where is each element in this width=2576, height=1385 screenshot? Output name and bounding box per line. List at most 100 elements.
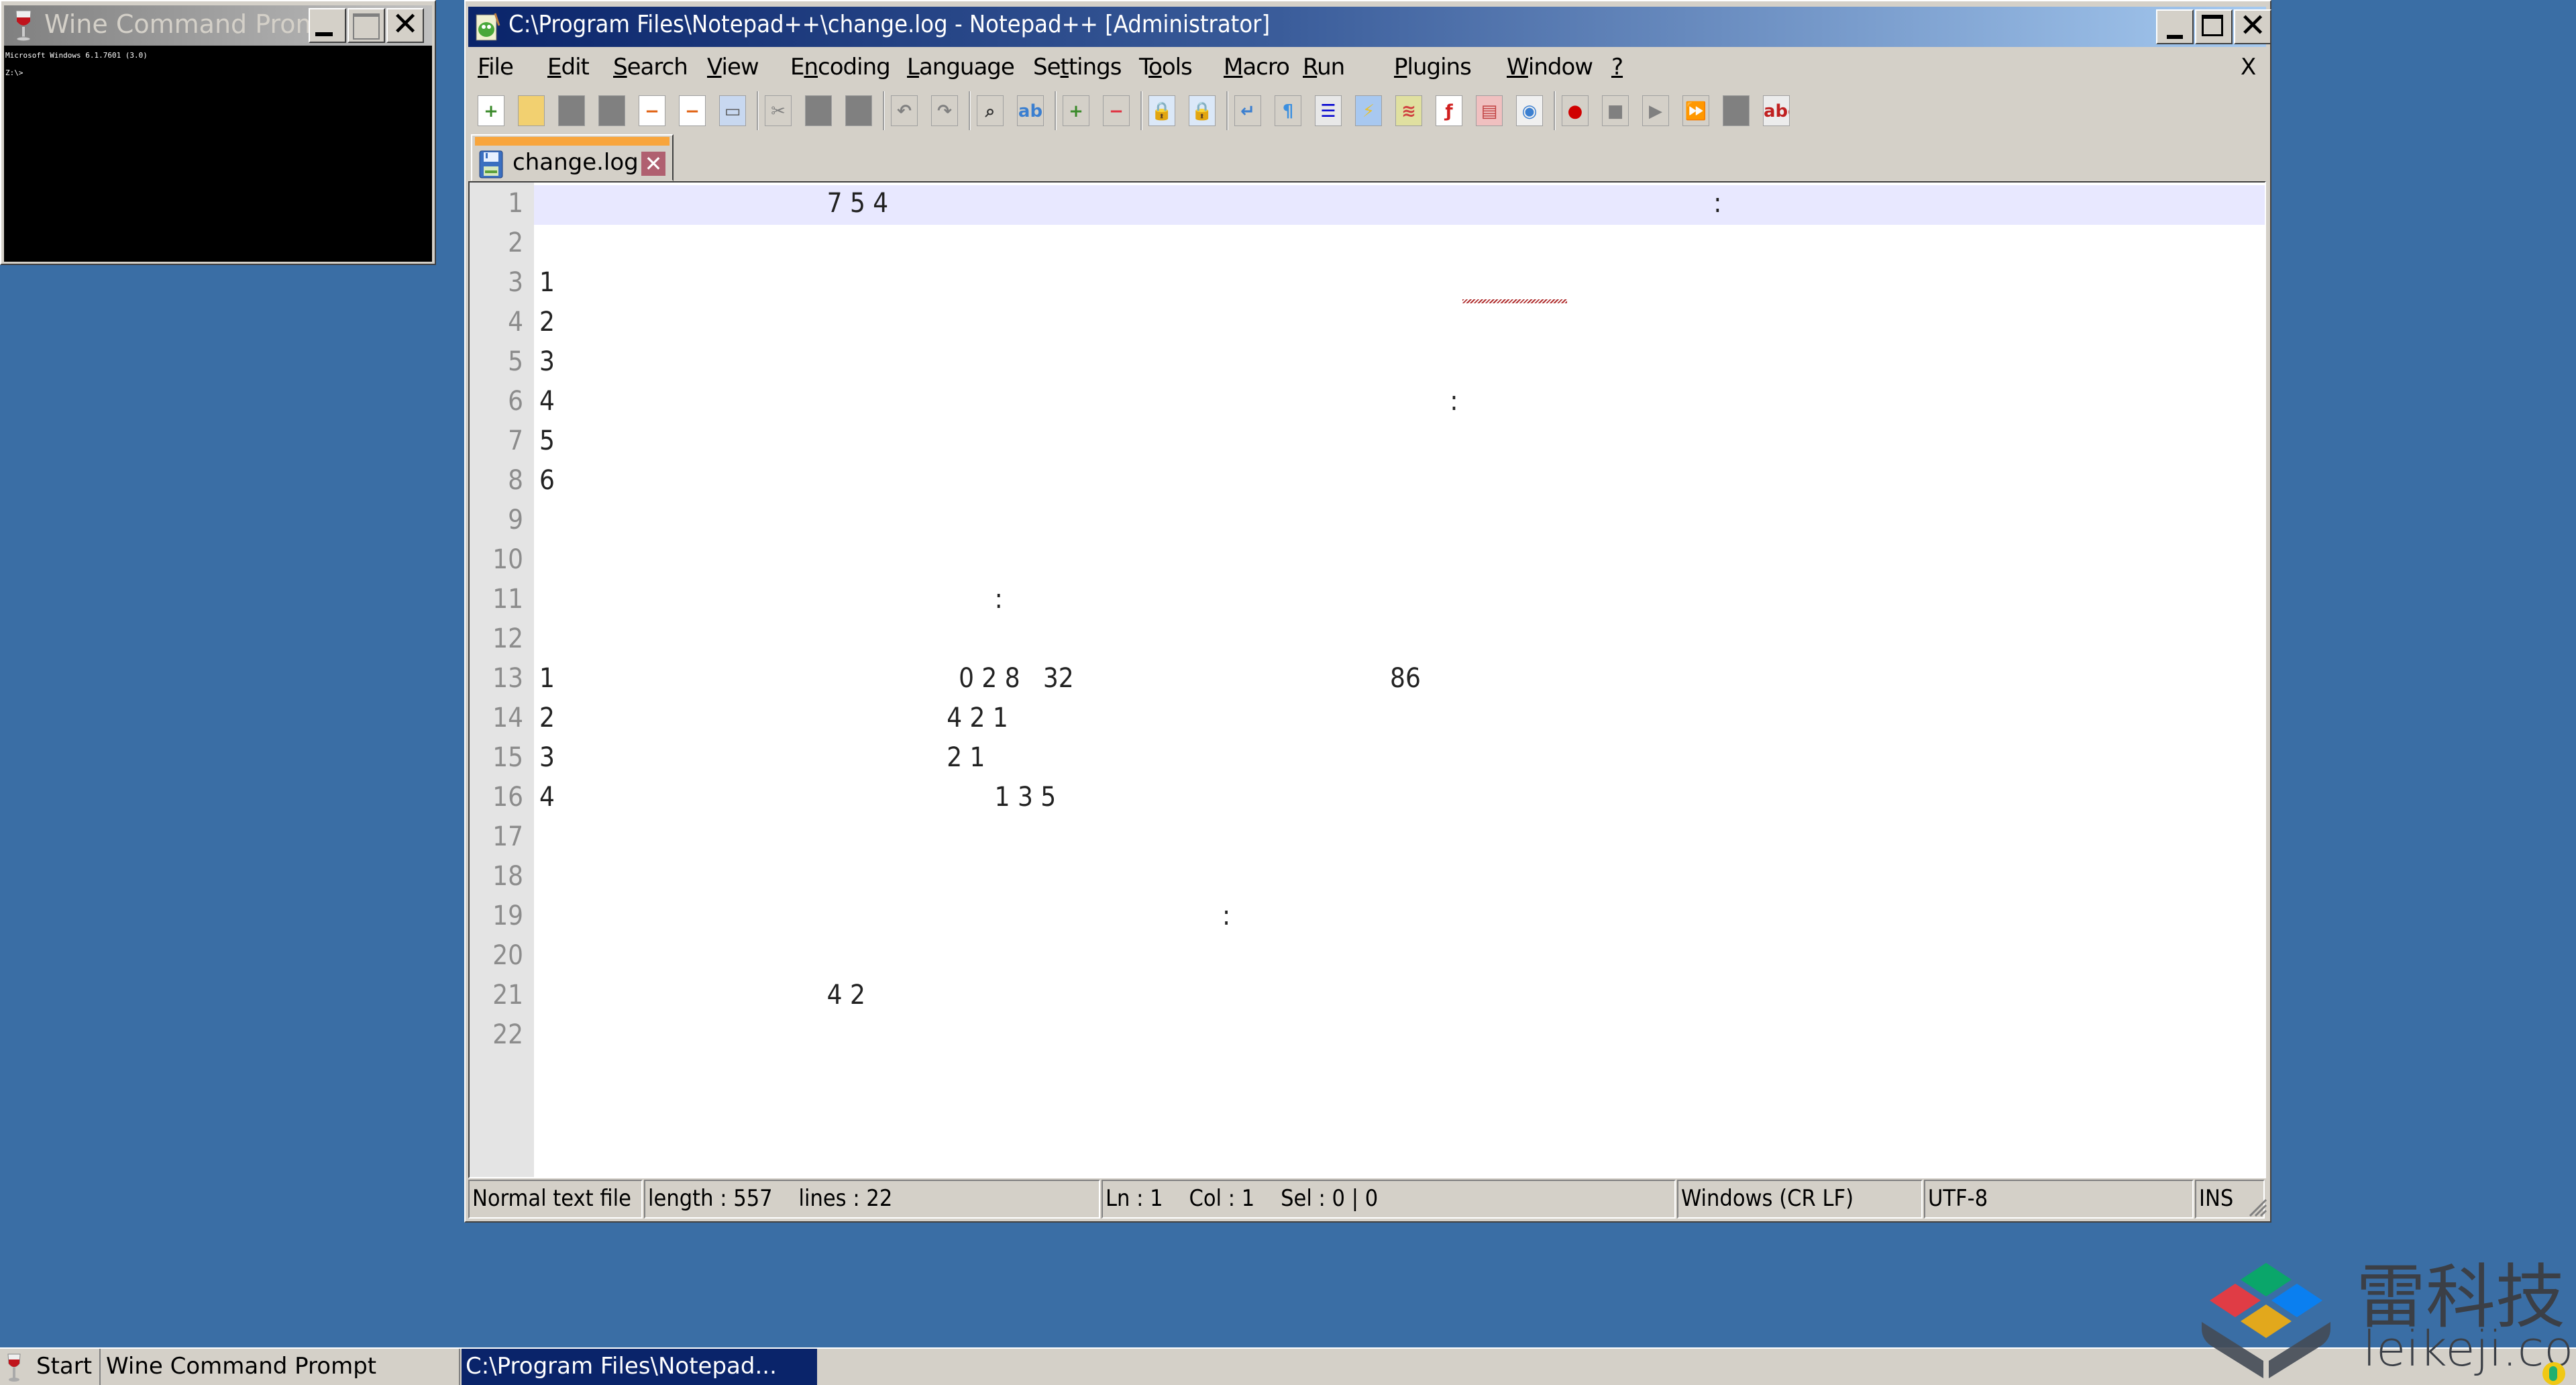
close-document-button[interactable]: X — [2241, 54, 2256, 81]
sync-horizontal-button[interactable]: 🔒 — [1185, 93, 1220, 129]
zoom-out-button[interactable]: − — [1099, 93, 1134, 129]
copy-button[interactable] — [801, 93, 836, 129]
menu-macro[interactable]: Macro — [1224, 54, 1290, 81]
menu-plugins[interactable]: Plugins — [1394, 54, 1472, 81]
editor-line[interactable]: 18 — [470, 858, 2265, 898]
zoom-out-icon: − — [1103, 95, 1130, 126]
show-all-chars-button[interactable]: ¶ — [1271, 93, 1305, 129]
editor-line[interactable]: 42 — [470, 304, 2265, 344]
save-all-button[interactable] — [594, 93, 629, 129]
editor-line[interactable]: 14 2 4 2 1 — [470, 700, 2265, 739]
editor-line[interactable]: 19: — [470, 898, 2265, 937]
menu-file[interactable]: File — [478, 54, 514, 81]
taskbar-item-notepadpp[interactable]: C:\Program Files\Notepad... — [462, 1349, 817, 1385]
minimize-button[interactable] — [309, 8, 346, 43]
editor-line[interactable]: 22 — [470, 1017, 2265, 1056]
console-output[interactable]: Microsoft Windows 6.1.7601 (3.0) Z:\> — [4, 46, 432, 262]
print-button[interactable]: ▭ — [715, 93, 750, 129]
replace-button[interactable]: ab — [1013, 93, 1048, 129]
editor-line[interactable]: 10 — [470, 542, 2265, 581]
menu-language[interactable]: Language — [907, 54, 1015, 81]
menu-view[interactable]: View — [707, 54, 759, 81]
cut-button[interactable]: ✂ — [761, 93, 796, 129]
editor-line[interactable]: 11: — [470, 581, 2265, 621]
menu-window[interactable]: Window — [1507, 54, 1593, 81]
sync-vertical-button[interactable]: 🔒 — [1144, 93, 1179, 129]
text-editor[interactable]: 17 5 4:2 3 1 4 2 5 3 6 4:7 5 8 6 9 10 11:12 13 1 0 2 8 32… — [468, 181, 2266, 1178]
line-text: 2 — [539, 703, 555, 733]
maximize-button[interactable] — [347, 8, 385, 43]
editor-line[interactable]: 75 — [470, 423, 2265, 462]
folder-workspace-button[interactable]: ▤ — [1472, 93, 1507, 129]
npp-title-bar[interactable]: C:\Program Files\Notepad++\change.log - … — [468, 7, 2271, 47]
tab-change-log[interactable]: change.log ✕ — [471, 134, 674, 181]
close-all-button[interactable]: − — [675, 93, 710, 129]
menu-run[interactable]: Run — [1303, 54, 1345, 81]
menu-help[interactable]: ? — [1611, 54, 1623, 81]
tray-icon[interactable] — [2542, 1362, 2565, 1385]
editor-line[interactable]: 20 — [470, 937, 2265, 977]
document-map-button[interactable]: ≋ — [1391, 93, 1426, 129]
editor-line[interactable]: 17 — [470, 819, 2265, 858]
editor-line[interactable]: 16 4 1 3 5 — [470, 779, 2265, 819]
status-file-type: Normal text file — [468, 1180, 643, 1219]
editor-line[interactable]: 12 — [470, 621, 2265, 660]
word-wrap-icon: ↵ — [1234, 95, 1261, 126]
editor-line[interactable]: 2 — [470, 225, 2265, 264]
new-file-button[interactable]: + — [474, 93, 508, 129]
paste-button[interactable] — [841, 93, 876, 129]
editor-line[interactable]: 21 4 2 — [470, 977, 2265, 1017]
open-file-button[interactable] — [514, 93, 549, 129]
close-icon: − — [639, 95, 665, 126]
menu-encoding[interactable]: Encoding — [790, 54, 891, 81]
taskbar-item-wine-command-prompt[interactable]: Wine Command Prompt — [102, 1349, 460, 1385]
close-button[interactable]: − — [635, 93, 669, 129]
editor-line[interactable]: 15 3 2 1 — [470, 739, 2265, 779]
word-wrap-button[interactable]: ↵ — [1230, 93, 1265, 129]
menu-search[interactable]: Search — [613, 54, 688, 81]
editor-line[interactable]: 1 7 5 4: — [508, 185, 2265, 225]
language-button[interactable]: ⚡ — [1351, 93, 1386, 129]
line-number: 19 — [492, 901, 523, 931]
editor-line[interactable]: 53 — [470, 344, 2265, 383]
close-button[interactable]: ✕ — [386, 5, 424, 43]
start-button[interactable]: Start — [0, 1349, 101, 1385]
maximize-button[interactable] — [2195, 9, 2233, 44]
cmd-window[interactable]: Wine Command Prompt ✕ Microsoft Windows … — [0, 0, 436, 265]
resize-grip-icon[interactable] — [2247, 1197, 2267, 1217]
macro-stop-icon: ■ — [1602, 95, 1629, 126]
close-button[interactable]: ✕ — [2234, 7, 2271, 44]
macro-record-button[interactable]: ● — [1558, 93, 1593, 129]
cmd-title-bar[interactable]: Wine Command Prompt ✕ — [4, 5, 432, 46]
copy-icon — [805, 95, 832, 126]
macro-play-button[interactable]: ▶ — [1638, 93, 1673, 129]
find-button[interactable]: ⌕ — [973, 93, 1008, 129]
tab-close-icon[interactable]: ✕ — [641, 152, 665, 176]
document-map-icon: ≋ — [1395, 95, 1422, 126]
macro-run-multiple-button[interactable]: ⏩ — [1678, 93, 1713, 129]
editor-line[interactable]: 64: — [470, 383, 2265, 423]
minimize-button[interactable] — [2156, 9, 2194, 44]
menu-edit[interactable]: Edit — [547, 54, 590, 81]
indent-guide-icon: ☰ — [1315, 95, 1342, 126]
macro-save-button[interactable] — [1719, 93, 1754, 129]
indent-guide-button[interactable]: ☰ — [1311, 93, 1346, 129]
monitoring-button[interactable]: ◉ — [1512, 93, 1547, 129]
undo-button[interactable]: ↶ — [887, 93, 922, 129]
editor-line[interactable]: 31 — [470, 264, 2265, 304]
redo-button[interactable]: ↷ — [927, 93, 962, 129]
save-button[interactable] — [554, 93, 589, 129]
macro-stop-button[interactable]: ■ — [1598, 93, 1633, 129]
function-list-button[interactable]: ƒ — [1432, 93, 1466, 129]
menu-bar: File Edit Search View Encoding Language Settin… — [468, 50, 2266, 87]
menu-tools[interactable]: Tools — [1139, 54, 1193, 81]
editor-line[interactable]: 9 — [470, 502, 2265, 542]
line-number: 21 — [492, 980, 523, 1011]
notepadpp-window[interactable]: C:\Program Files\Notepad++\change.log - … — [464, 0, 2271, 1223]
zoom-in-button[interactable]: + — [1059, 93, 1093, 129]
spellcheck-button[interactable]: abc — [1759, 93, 1794, 129]
editor-line[interactable]: 13 1 0 2 8 32 86 — [470, 660, 2265, 700]
toolbar-separator — [757, 91, 759, 130]
menu-settings[interactable]: Settings — [1033, 54, 1122, 81]
editor-line[interactable]: 86 — [470, 462, 2265, 502]
